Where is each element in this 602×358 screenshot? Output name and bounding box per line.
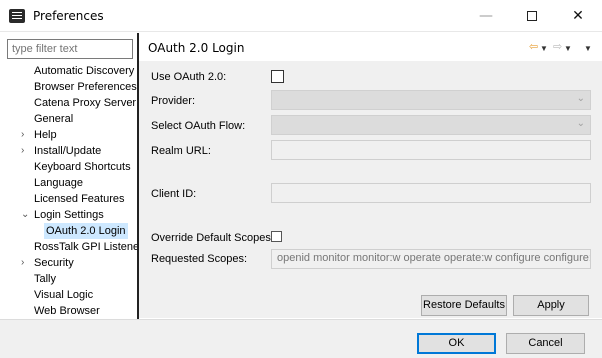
tree-item[interactable]: RossTalk GPI Listener — [0, 239, 143, 255]
collapsed-chevron-icon[interactable]: › — [21, 127, 24, 143]
tree-item[interactable]: Keyboard Shortcuts — [0, 159, 137, 175]
ok-button[interactable]: OK — [417, 333, 496, 354]
back-arrow-icon[interactable]: ⇦ — [529, 41, 538, 53]
client-id-label: Client ID: — [151, 188, 197, 200]
override-scopes-checkbox[interactable] — [271, 231, 282, 242]
tree-item[interactable]: Automatic Discovery — [0, 63, 137, 79]
preferences-app-icon — [9, 9, 25, 23]
requested-scopes-field[interactable]: openid monitor monitor:w operate operate… — [271, 249, 591, 269]
tree-item[interactable]: › Install/Update — [0, 143, 137, 159]
tree-item-label: Web Browser — [34, 305, 100, 317]
collapsed-chevron-icon[interactable]: › — [21, 143, 24, 159]
apply-button[interactable]: Apply — [513, 295, 589, 316]
oauth-flow-select[interactable]: ⌄ — [271, 115, 591, 135]
realm-url-field[interactable] — [271, 140, 591, 160]
forward-arrow-icon[interactable]: ⇨ — [553, 41, 562, 53]
tree-item[interactable]: Licensed Features — [0, 191, 137, 207]
preferences-tree-pane: Automatic Discovery Browser Preferences Ca… — [0, 33, 143, 319]
tree-item-label: Tally — [34, 273, 57, 285]
oauth-flow-label: Select OAuth Flow: — [151, 120, 246, 132]
preferences-tree: Automatic Discovery Browser Preferences Ca… — [0, 63, 143, 319]
maximize-icon — [527, 11, 537, 21]
restore-defaults-button[interactable]: Restore Defaults — [421, 295, 507, 316]
tree-item[interactable]: Browser Preferences — [0, 79, 137, 95]
tree-item-label: Keyboard Shortcuts — [34, 161, 131, 173]
override-scopes-label: Override Default Scopes: — [151, 232, 274, 244]
tree-item-label: RossTalk GPI Listener — [34, 241, 143, 253]
minimize-icon: — — [479, 8, 493, 24]
tree-item-label: Visual Logic — [34, 289, 94, 301]
tree-item-label: General — [34, 113, 74, 125]
tree-item[interactable]: Catena Proxy Server — [0, 95, 137, 111]
provider-label: Provider: — [151, 95, 196, 107]
realm-url-label: Realm URL: — [151, 145, 211, 157]
maximize-button[interactable] — [509, 0, 555, 32]
tree-item-label: Login Settings — [34, 209, 104, 221]
tree-item-label: Catena Proxy Server — [34, 97, 137, 109]
client-id-field[interactable] — [271, 183, 591, 203]
title-bar: Preferences — ✕ — [0, 0, 602, 32]
tree-item-label: Help — [34, 129, 57, 141]
tree-item[interactable]: Visual Logic — [0, 287, 137, 303]
tree-item[interactable]: OAuth 2.0 Login — [0, 223, 137, 239]
tree-item-label: Automatic Discovery — [34, 65, 135, 77]
tree-item[interactable]: General — [0, 111, 137, 127]
tree-item-label: Security — [34, 257, 74, 269]
tree-item-label: Install/Update — [34, 145, 102, 157]
provider-select[interactable]: ⌄ — [271, 90, 591, 110]
tree-item[interactable]: Tally — [0, 271, 137, 287]
collapsed-chevron-icon[interactable]: › — [21, 255, 24, 271]
back-dropdown-icon[interactable]: ▼ — [540, 43, 548, 55]
tree-item-label: OAuth 2.0 Login — [44, 223, 128, 239]
chevron-down-icon: ⌄ — [576, 93, 585, 104]
page-header: OAuth 2.0 Login ⇦ ▼ ⇨ ▼ ▼ — [139, 33, 602, 61]
tree-item-label: Licensed Features — [34, 193, 125, 205]
tree-item[interactable]: › Security — [0, 255, 137, 271]
filter-input[interactable] — [7, 39, 133, 59]
view-menu-icon[interactable]: ▼ — [584, 43, 592, 55]
close-button[interactable]: ✕ — [555, 0, 601, 32]
tree-item-label: Browser Preferences — [34, 81, 137, 93]
cancel-button[interactable]: Cancel — [506, 333, 585, 354]
close-icon: ✕ — [572, 8, 584, 24]
tree-item[interactable]: ⌄ Login Settings — [0, 207, 137, 223]
chevron-down-icon: ⌄ — [576, 118, 585, 129]
tree-item[interactable]: › Help — [0, 127, 137, 143]
dialog-button-bar: OK Cancel — [0, 319, 602, 358]
window-title: Preferences — [33, 9, 104, 23]
tree-item[interactable]: Web Browser — [0, 303, 137, 319]
minimize-button[interactable]: — — [463, 0, 509, 32]
page-title: OAuth 2.0 Login — [148, 41, 245, 55]
requested-scopes-label: Requested Scopes: — [151, 253, 248, 265]
forward-dropdown-icon[interactable]: ▼ — [564, 43, 572, 55]
preference-page: OAuth 2.0 Login ⇦ ▼ ⇨ ▼ ▼ Use OAuth 2.0:… — [139, 33, 602, 318]
expanded-chevron-icon[interactable]: ⌄ — [21, 207, 29, 223]
use-oauth-checkbox[interactable] — [271, 70, 284, 83]
tree-item[interactable]: Language — [0, 175, 137, 191]
use-oauth-label: Use OAuth 2.0: — [151, 71, 227, 83]
tree-item-label: Language — [34, 177, 83, 189]
